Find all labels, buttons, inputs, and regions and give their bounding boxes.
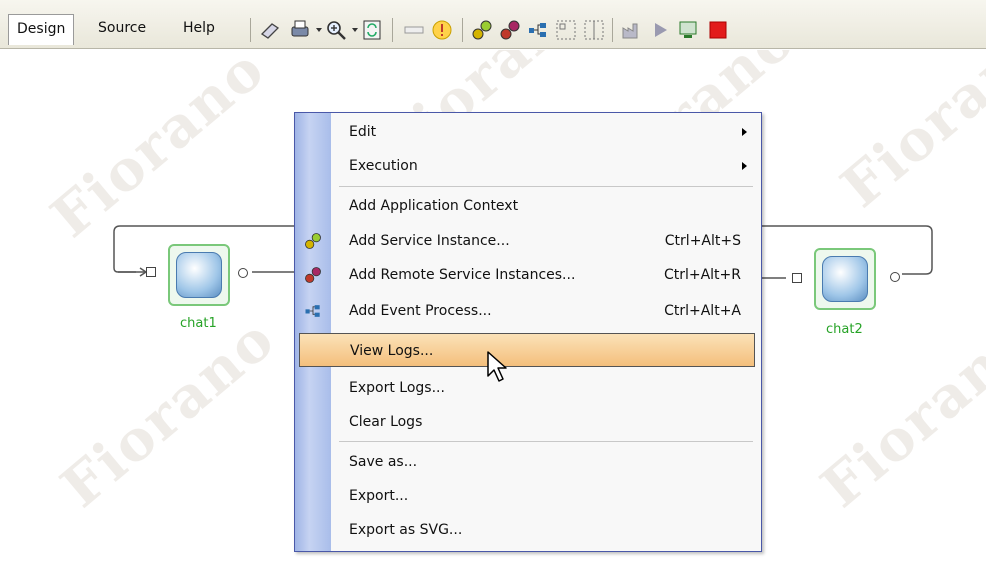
factory-icon[interactable] xyxy=(620,18,644,42)
tab-help[interactable]: Help xyxy=(175,14,223,45)
node-label-chat2: chat2 xyxy=(826,322,863,337)
output-port[interactable] xyxy=(238,268,248,278)
tab-design[interactable]: Design xyxy=(8,14,75,45)
input-port[interactable] xyxy=(146,267,156,277)
node-label-chat1: chat1 xyxy=(180,316,217,331)
submenu-arrow-icon xyxy=(742,128,747,136)
print-dropdown-icon[interactable] xyxy=(316,28,322,32)
submenu-arrow-icon xyxy=(742,162,747,170)
event-process-icon[interactable] xyxy=(526,18,550,42)
menu-item-export[interactable]: Export... xyxy=(331,479,761,513)
toolbar-separator xyxy=(462,18,463,42)
chat-service-icon xyxy=(176,252,222,298)
zoom-dropdown-icon[interactable] xyxy=(352,28,358,32)
remote-service-icon[interactable] xyxy=(498,18,522,42)
service-instance-icon[interactable] xyxy=(470,18,494,42)
output-port[interactable] xyxy=(890,272,900,282)
menu-item-clear-logs[interactable]: Clear Logs xyxy=(331,405,761,439)
menu-item-add-remote-service-instances[interactable]: Add Remote Service Instances... Ctrl+Alt… xyxy=(331,258,761,292)
service-node-chat2[interactable] xyxy=(814,248,876,310)
menu-item-execution[interactable]: Execution xyxy=(331,149,761,183)
align-icon[interactable] xyxy=(582,18,606,42)
menu-item-save-as[interactable]: Save as... xyxy=(331,445,761,479)
debug-icon[interactable] xyxy=(676,18,700,42)
mouse-cursor-icon xyxy=(487,351,507,382)
menu-separator xyxy=(339,186,753,187)
event-process-icon xyxy=(305,305,320,317)
remote-service-icon xyxy=(305,267,321,283)
menu-item-add-event-process[interactable]: Add Event Process... Ctrl+Alt+A xyxy=(331,294,761,328)
service-instance-icon xyxy=(305,233,321,249)
toolbar-separator xyxy=(250,18,251,42)
menu-item-edit[interactable]: Edit xyxy=(331,115,761,149)
label-icon[interactable] xyxy=(402,18,426,42)
chat-service-icon xyxy=(822,256,868,302)
layout-icon[interactable] xyxy=(554,18,578,42)
toolbar: Design Source Help xyxy=(0,0,986,49)
stop-icon[interactable] xyxy=(706,18,730,42)
menu-item-add-service-instance[interactable]: Add Service Instance... Ctrl+Alt+S xyxy=(331,224,761,258)
context-menu: Edit Execution Add Application Context A… xyxy=(294,112,762,552)
zoom-icon[interactable] xyxy=(324,18,348,42)
toolbar-separator xyxy=(392,18,393,42)
toolbar-separator xyxy=(612,18,613,42)
menu-item-add-application-context[interactable]: Add Application Context xyxy=(331,189,761,223)
input-port[interactable] xyxy=(792,273,802,283)
menu-item-export-as-svg[interactable]: Export as SVG... xyxy=(331,513,761,547)
play-icon[interactable] xyxy=(648,18,672,42)
menu-item-export-logs[interactable]: Export Logs... xyxy=(331,371,761,405)
eraser-icon[interactable] xyxy=(258,18,282,42)
refresh-icon[interactable] xyxy=(360,18,384,42)
menu-icon-stripe xyxy=(295,113,331,551)
warning-icon[interactable] xyxy=(430,18,454,42)
service-node-chat1[interactable] xyxy=(168,244,230,306)
menu-separator xyxy=(339,441,753,442)
print-icon[interactable] xyxy=(288,18,312,42)
tab-source[interactable]: Source xyxy=(90,14,154,45)
menu-item-view-logs[interactable]: View Logs... xyxy=(299,333,755,367)
